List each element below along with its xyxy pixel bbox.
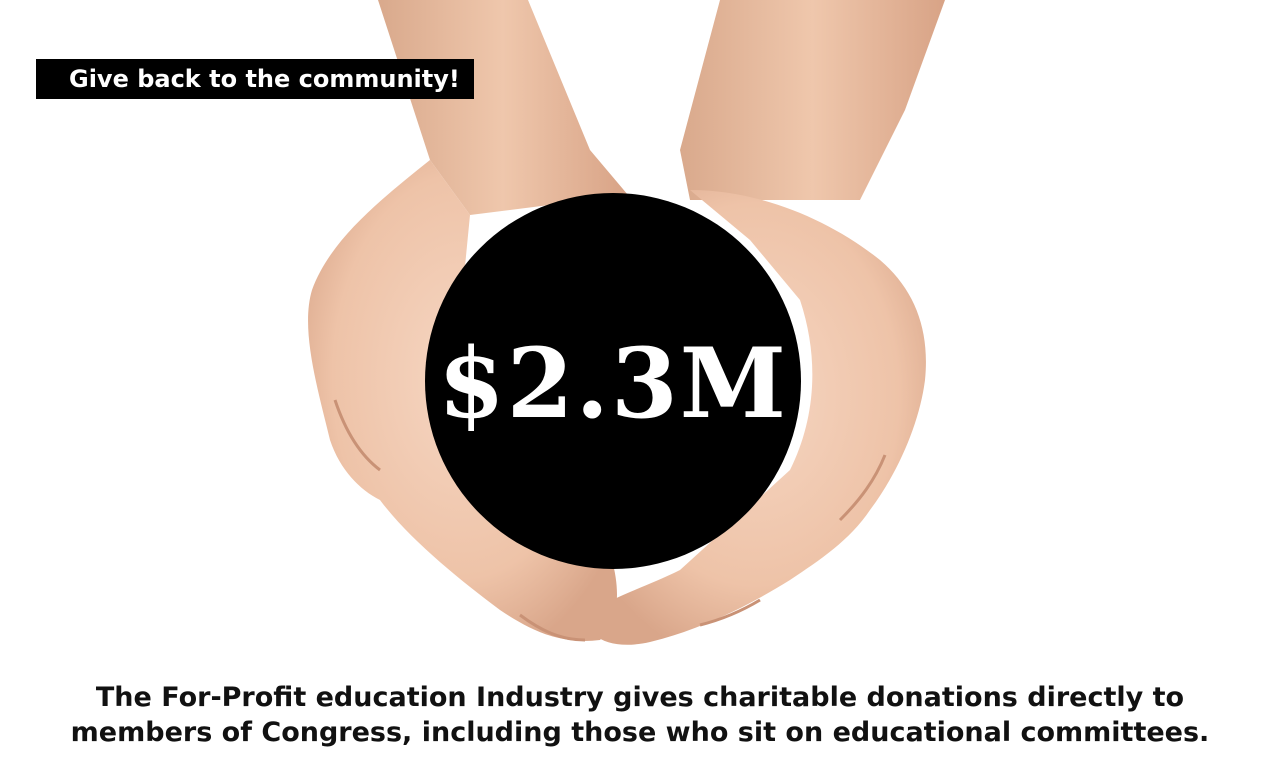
right-forearm (680, 0, 945, 200)
headline-banner: Give back to the community! (36, 59, 474, 99)
caption-line-2: members of Congress, including those who… (70, 717, 1210, 748)
headline-text: Give back to the community! (69, 65, 460, 93)
donation-amount: $2.3M (437, 327, 789, 440)
infographic-page: Give back to the community! $2.3M The Fo… (0, 0, 1280, 783)
caption-text: The For-Profit education Industry gives … (40, 680, 1240, 750)
caption-line-1: The For-Profit education Industry gives … (95, 682, 1185, 713)
amount-circle: $2.3M (425, 193, 801, 569)
